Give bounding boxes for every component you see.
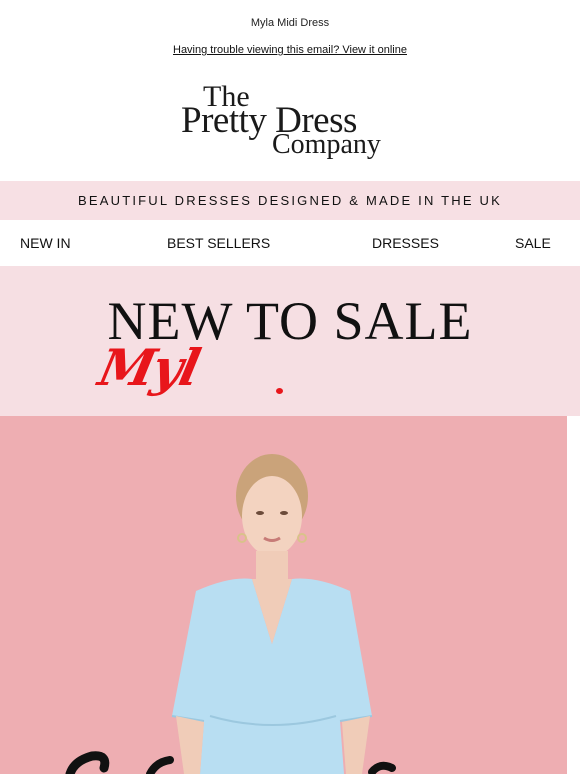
nav-new-in[interactable]: NEW IN: [20, 235, 71, 251]
logo-line-company: Company: [272, 129, 381, 160]
hero-script-text: Myl: [93, 338, 204, 397]
hero-headline: NEW TO SALE: [107, 291, 473, 351]
nav-sale[interactable]: SALE: [515, 235, 551, 251]
tagline-banner: BEAUTIFUL DRESSES DESIGNED & MADE IN THE…: [0, 181, 580, 220]
script-stroke: [276, 388, 283, 394]
model-illustration: [65, 454, 396, 774]
main-nav: NEW IN BEST SELLERS DRESSES SALE: [0, 220, 580, 266]
nav-dresses[interactable]: DRESSES: [372, 235, 439, 251]
photo-right-gutter: [567, 416, 580, 774]
preheader-text: Myla Midi Dress: [250, 17, 330, 29]
nav-best-sellers[interactable]: BEST SELLERS: [167, 235, 270, 251]
hero-header[interactable]: NEW TO SALE Myl: [0, 266, 580, 416]
brand-logo[interactable]: The Pretty Dress Company: [0, 82, 580, 162]
hero-photo[interactable]: [0, 416, 567, 774]
view-online-link[interactable]: Having trouble viewing this email? View …: [173, 44, 407, 56]
view-online-row: Having trouble viewing this email? View …: [0, 44, 580, 56]
